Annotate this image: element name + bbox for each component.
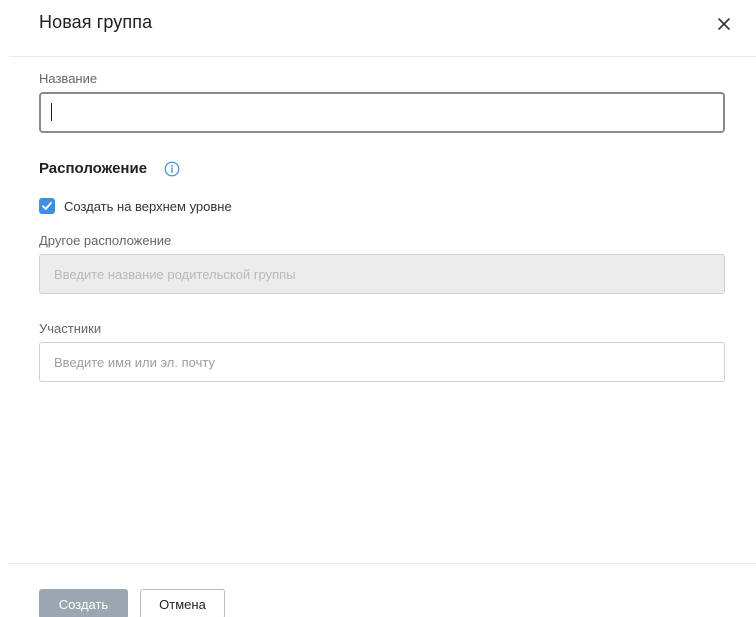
members-field[interactable]	[39, 342, 725, 382]
name-input[interactable]	[41, 94, 723, 131]
location-section-title: Расположение	[39, 160, 148, 177]
text-caret	[51, 103, 52, 121]
top-level-checkbox[interactable]	[39, 198, 55, 214]
cancel-button[interactable]: Отмена	[140, 589, 225, 617]
members-label: Участники	[39, 321, 102, 336]
create-button[interactable]: Создать	[39, 589, 128, 617]
top-level-checkbox-label: Создать на верхнем уровне	[64, 198, 232, 214]
close-icon[interactable]	[716, 16, 732, 32]
parent-group-input	[40, 255, 724, 293]
info-icon[interactable]	[164, 161, 180, 177]
dialog-header: Новая группа	[9, 0, 756, 57]
name-label: Название	[39, 71, 98, 86]
top-level-checkbox-row[interactable]: Создать на верхнем уровне	[39, 197, 232, 215]
parent-group-field	[39, 254, 725, 294]
members-input[interactable]	[40, 343, 724, 381]
name-field[interactable]	[39, 92, 725, 133]
new-group-dialog: Новая группа Название Расположение Созда…	[0, 0, 756, 617]
other-location-label: Другое расположение	[39, 233, 172, 248]
dialog-title: Новая группа	[39, 12, 153, 32]
